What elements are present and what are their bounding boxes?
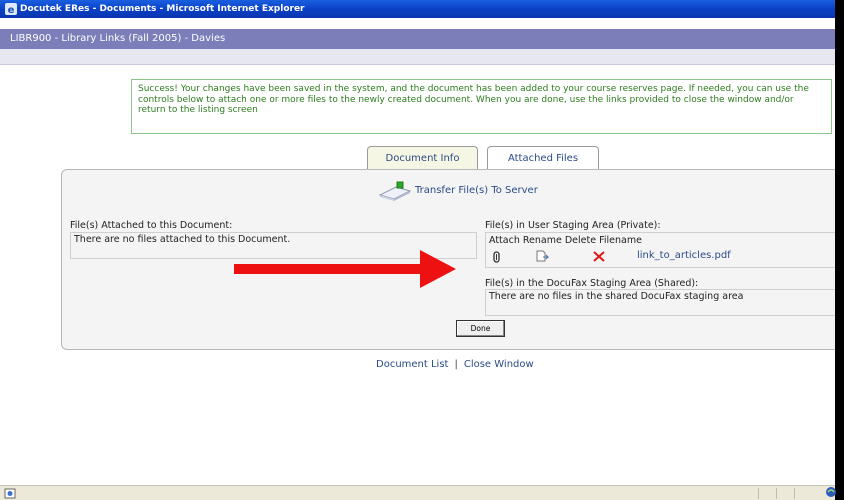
done-button[interactable]: Done: [456, 320, 505, 337]
success-message-box: Success! Your changes have been saved in…: [131, 79, 832, 134]
link-separator: |: [454, 359, 458, 370]
staging-area-label: File(s) in User Staging Area (Private):: [485, 220, 661, 231]
tab-attached-files[interactable]: Attached Files: [487, 146, 599, 171]
attached-files-label: File(s) Attached to this Document:: [70, 220, 233, 231]
staging-file-link[interactable]: link_to_articles.pdf: [637, 250, 731, 261]
course-header: LIBR900 - Library Links (Fall 2005) - Da…: [0, 29, 835, 49]
browser-window: e Docutek ERes - Documents - Microsoft I…: [0, 0, 835, 500]
window-title-bar: e Docutek ERes - Documents - Microsoft I…: [0, 0, 835, 18]
header-strip: [0, 49, 835, 65]
status-bar: [0, 485, 835, 500]
close-window-link[interactable]: Close Window: [464, 359, 534, 370]
internet-explorer-icon: e: [5, 3, 17, 15]
svg-text:e: e: [8, 5, 15, 15]
paperclip-icon[interactable]: [493, 251, 501, 263]
security-zone-icon: [826, 487, 836, 497]
footer-links: Document List | Close Window: [376, 359, 534, 370]
status-cell: [776, 488, 794, 499]
status-cell: [758, 488, 776, 499]
docufax-empty-text: There are no files in the shared DocuFax…: [489, 291, 744, 302]
red-arrow-annotation: [234, 250, 456, 288]
window-edge: [835, 0, 844, 500]
staging-area-box: Attach Rename Delete Filename link_to_ar…: [485, 232, 835, 268]
delete-x-icon[interactable]: [593, 251, 605, 262]
page-status-icon: [4, 488, 16, 499]
document-list-link[interactable]: Document List: [376, 359, 448, 370]
transfer-label: Transfer File(s) To Server: [415, 185, 538, 196]
staging-file-row: link_to_articles.pdf: [486, 250, 835, 264]
rename-icon[interactable]: [536, 250, 550, 263]
tab-document-info[interactable]: Document Info: [367, 146, 478, 170]
transfer-icon: [378, 181, 412, 201]
success-message: Success! Your changes have been saved in…: [138, 84, 809, 115]
status-cell: [794, 488, 812, 499]
staging-columns-header: Attach Rename Delete Filename: [489, 235, 642, 246]
attached-empty-text: There are no files attached to this Docu…: [74, 234, 291, 245]
window-title: Docutek ERes - Documents - Microsoft Int…: [20, 4, 305, 14]
docufax-staging-label: File(s) in the DocuFax Staging Area (Sha…: [485, 278, 699, 289]
docufax-staging-box: There are no files in the shared DocuFax…: [485, 289, 835, 316]
course-title: LIBR900 - Library Links (Fall 2005) - Da…: [10, 33, 226, 44]
